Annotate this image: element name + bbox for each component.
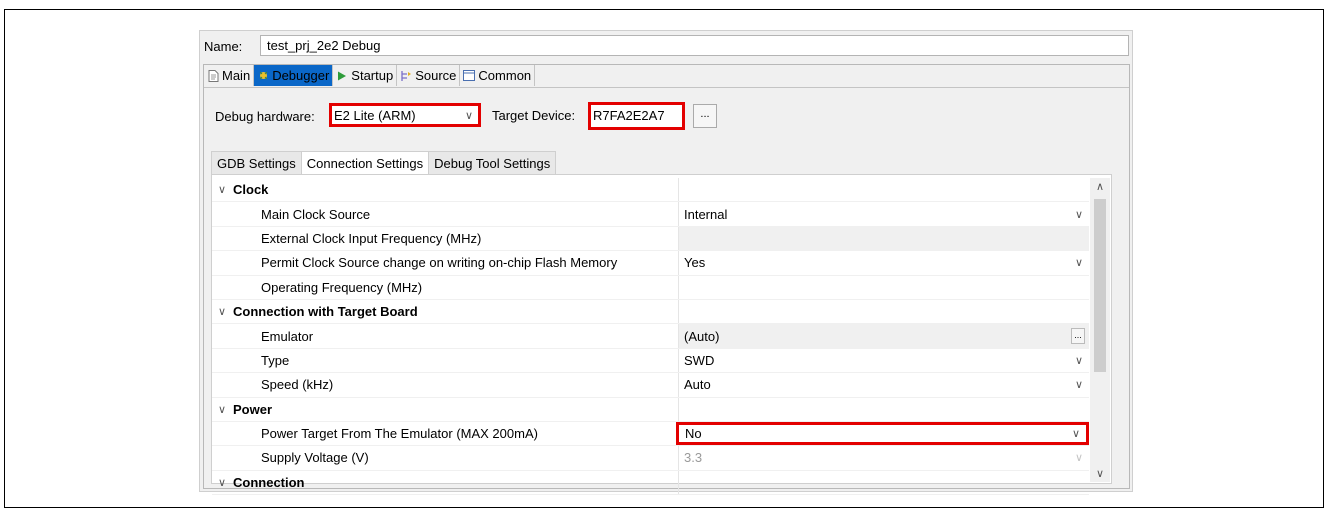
target-device-label: Target Device: [492, 108, 576, 123]
debug-hardware-select[interactable]: E2 Lite (ARM) ∨ [329, 103, 481, 127]
group-connection-value [678, 470, 1089, 495]
debug-hardware-row: Debug hardware: E2 Lite (ARM) ∨ Target D… [215, 102, 717, 130]
name-row: Name: test_prj_2e2 Debug [201, 34, 1129, 58]
tab-main[interactable]: Main [204, 65, 255, 86]
subtab-gdb-settings[interactable]: GDB Settings [211, 151, 302, 174]
tab-main-label: Main [222, 68, 251, 83]
chevron-down-icon: ∨ [1074, 379, 1084, 392]
setting-label: Power Target From The Emulator (MAX 200m… [261, 426, 538, 442]
main-clock-source-select[interactable]: Internal ∨ [678, 202, 1089, 226]
setting-label: Main Clock Source [261, 206, 371, 222]
setting-value: No [685, 426, 702, 442]
group-row-connection-target[interactable]: ∨ Connection with Target Board [212, 299, 1089, 325]
tab-debugger-label: Debugger [272, 68, 330, 83]
setting-value: Yes [684, 255, 706, 271]
group-row-connection[interactable]: ∨ Connection [212, 470, 1089, 496]
scrollbar-thumb[interactable] [1094, 199, 1106, 372]
tabbar-divider [204, 87, 1129, 88]
debug-hardware-label: Debug hardware: [215, 108, 315, 124]
setting-value: (Auto) [684, 328, 720, 344]
group-connection-target-label: ∨ Connection with Target Board [212, 300, 680, 323]
settings-rows: ∨ Clock Main Clock Source Internal ∨ Ext… [212, 178, 1089, 496]
chevron-down-icon: ∨ [1074, 208, 1084, 221]
play-icon [336, 70, 348, 82]
supply-voltage-select: 3.3 ∨ [678, 446, 1089, 470]
chevron-down-icon[interactable]: ∨ [1090, 467, 1110, 480]
setting-label: Type [261, 352, 290, 368]
group-row-clock[interactable]: ∨ Clock [212, 178, 1089, 203]
setting-row-emulator: Emulator (Auto) ... [212, 324, 1089, 349]
settings-subtabbar: GDB Settings Connection Settings Debug T… [211, 151, 557, 175]
group-connection-target-title: Connection with Target Board [233, 304, 418, 320]
power-target-select[interactable]: No ∨ [676, 421, 1089, 446]
setting-row-operating-freq: Operating Frequency (MHz) [212, 275, 1089, 300]
setting-value: 3.3 [684, 450, 703, 466]
group-connection-title: Connection [233, 474, 305, 490]
chevron-up-icon[interactable]: ∧ [1090, 180, 1110, 193]
setting-row-ext-clock-freq: External Clock Input Frequency (MHz) [212, 226, 1089, 252]
group-power-label: ∨ Power [212, 398, 680, 421]
tab-common[interactable]: Common [460, 65, 536, 86]
group-row-power[interactable]: ∨ Power [212, 397, 1089, 422]
emulator-browse-button[interactable]: ... [1071, 328, 1085, 345]
type-select[interactable]: SWD ∨ [678, 348, 1089, 373]
tab-startup-label: Startup [351, 68, 394, 83]
subtab-connection-settings[interactable]: Connection Settings [300, 151, 430, 175]
group-clock-value [678, 178, 1089, 202]
chevron-down-icon: ∨ [1074, 452, 1084, 465]
group-connection-target-value [678, 299, 1089, 324]
setting-row-type: Type SWD ∨ [212, 348, 1089, 374]
subtab-debug-tool-settings[interactable]: Debug Tool Settings [428, 151, 557, 174]
emulator-field[interactable]: (Auto) ... [678, 324, 1089, 348]
setting-row-main-clock-source: Main Clock Source Internal ∨ [212, 202, 1089, 227]
source-lookup-icon [400, 70, 412, 82]
setting-label: External Clock Input Frequency (MHz) [261, 230, 482, 246]
setting-row-power-target: Power Target From The Emulator (MAX 200m… [212, 421, 1089, 447]
setting-row-supply-voltage: Supply Voltage (V) 3.3 ∨ [212, 446, 1089, 471]
page-icon [207, 69, 219, 82]
debugger-icon [257, 70, 269, 82]
group-power-title: Power [233, 401, 273, 417]
setting-row-permit-clock-change: Permit Clock Source change on writing on… [212, 251, 1089, 276]
operating-freq-field[interactable] [678, 275, 1089, 299]
setting-value: SWD [684, 352, 715, 368]
common-icon [463, 70, 476, 82]
setting-label: Emulator [261, 328, 314, 344]
group-connection-label: ∨ Connection [212, 471, 680, 494]
chevron-down-icon: ∨ [217, 476, 227, 489]
group-power-value [678, 397, 1089, 421]
setting-label: Permit Clock Source change on writing on… [261, 255, 618, 271]
group-clock-title: Clock [233, 182, 269, 198]
chevron-down-icon: ∨ [217, 306, 227, 319]
config-tabbar: Main Debugger Startup Source Common [204, 65, 536, 87]
target-device-browse-button[interactable]: ... [693, 104, 717, 128]
target-device-field[interactable]: R7FA2E2A7 [588, 102, 685, 130]
setting-value: Internal [684, 206, 728, 222]
chevron-down-icon: ∨ [217, 403, 227, 416]
setting-label: Operating Frequency (MHz) [261, 279, 423, 295]
tab-common-label: Common [478, 68, 532, 83]
name-label: Name: [204, 38, 243, 54]
chevron-down-icon: ∨ [217, 184, 227, 197]
tab-startup[interactable]: Startup [333, 65, 398, 86]
debug-hardware-value: E2 Lite (ARM) [334, 107, 416, 123]
setting-label: Supply Voltage (V) [261, 450, 369, 466]
tab-debugger[interactable]: Debugger [254, 65, 334, 86]
settings-scrollbar[interactable]: ∧ ∨ [1090, 178, 1110, 482]
setting-row-speed: Speed (kHz) Auto ∨ [212, 373, 1089, 398]
chevron-down-icon: ∨ [1074, 257, 1084, 270]
permit-clock-change-select[interactable]: Yes ∨ [678, 251, 1089, 275]
setting-label: Speed (kHz) [261, 377, 334, 393]
tab-source-label: Source [415, 68, 457, 83]
group-clock-label: ∨ Clock [212, 178, 680, 201]
chevron-down-icon: ∨ [1074, 354, 1084, 367]
ext-clock-freq-field [678, 226, 1089, 251]
chevron-down-icon: ∨ [464, 109, 474, 122]
tab-source[interactable]: Source [397, 65, 461, 86]
name-input[interactable]: test_prj_2e2 Debug [260, 35, 1129, 56]
chevron-down-icon: ∨ [1071, 428, 1081, 441]
speed-select[interactable]: Auto ∨ [678, 373, 1089, 397]
setting-value: Auto [684, 377, 711, 393]
